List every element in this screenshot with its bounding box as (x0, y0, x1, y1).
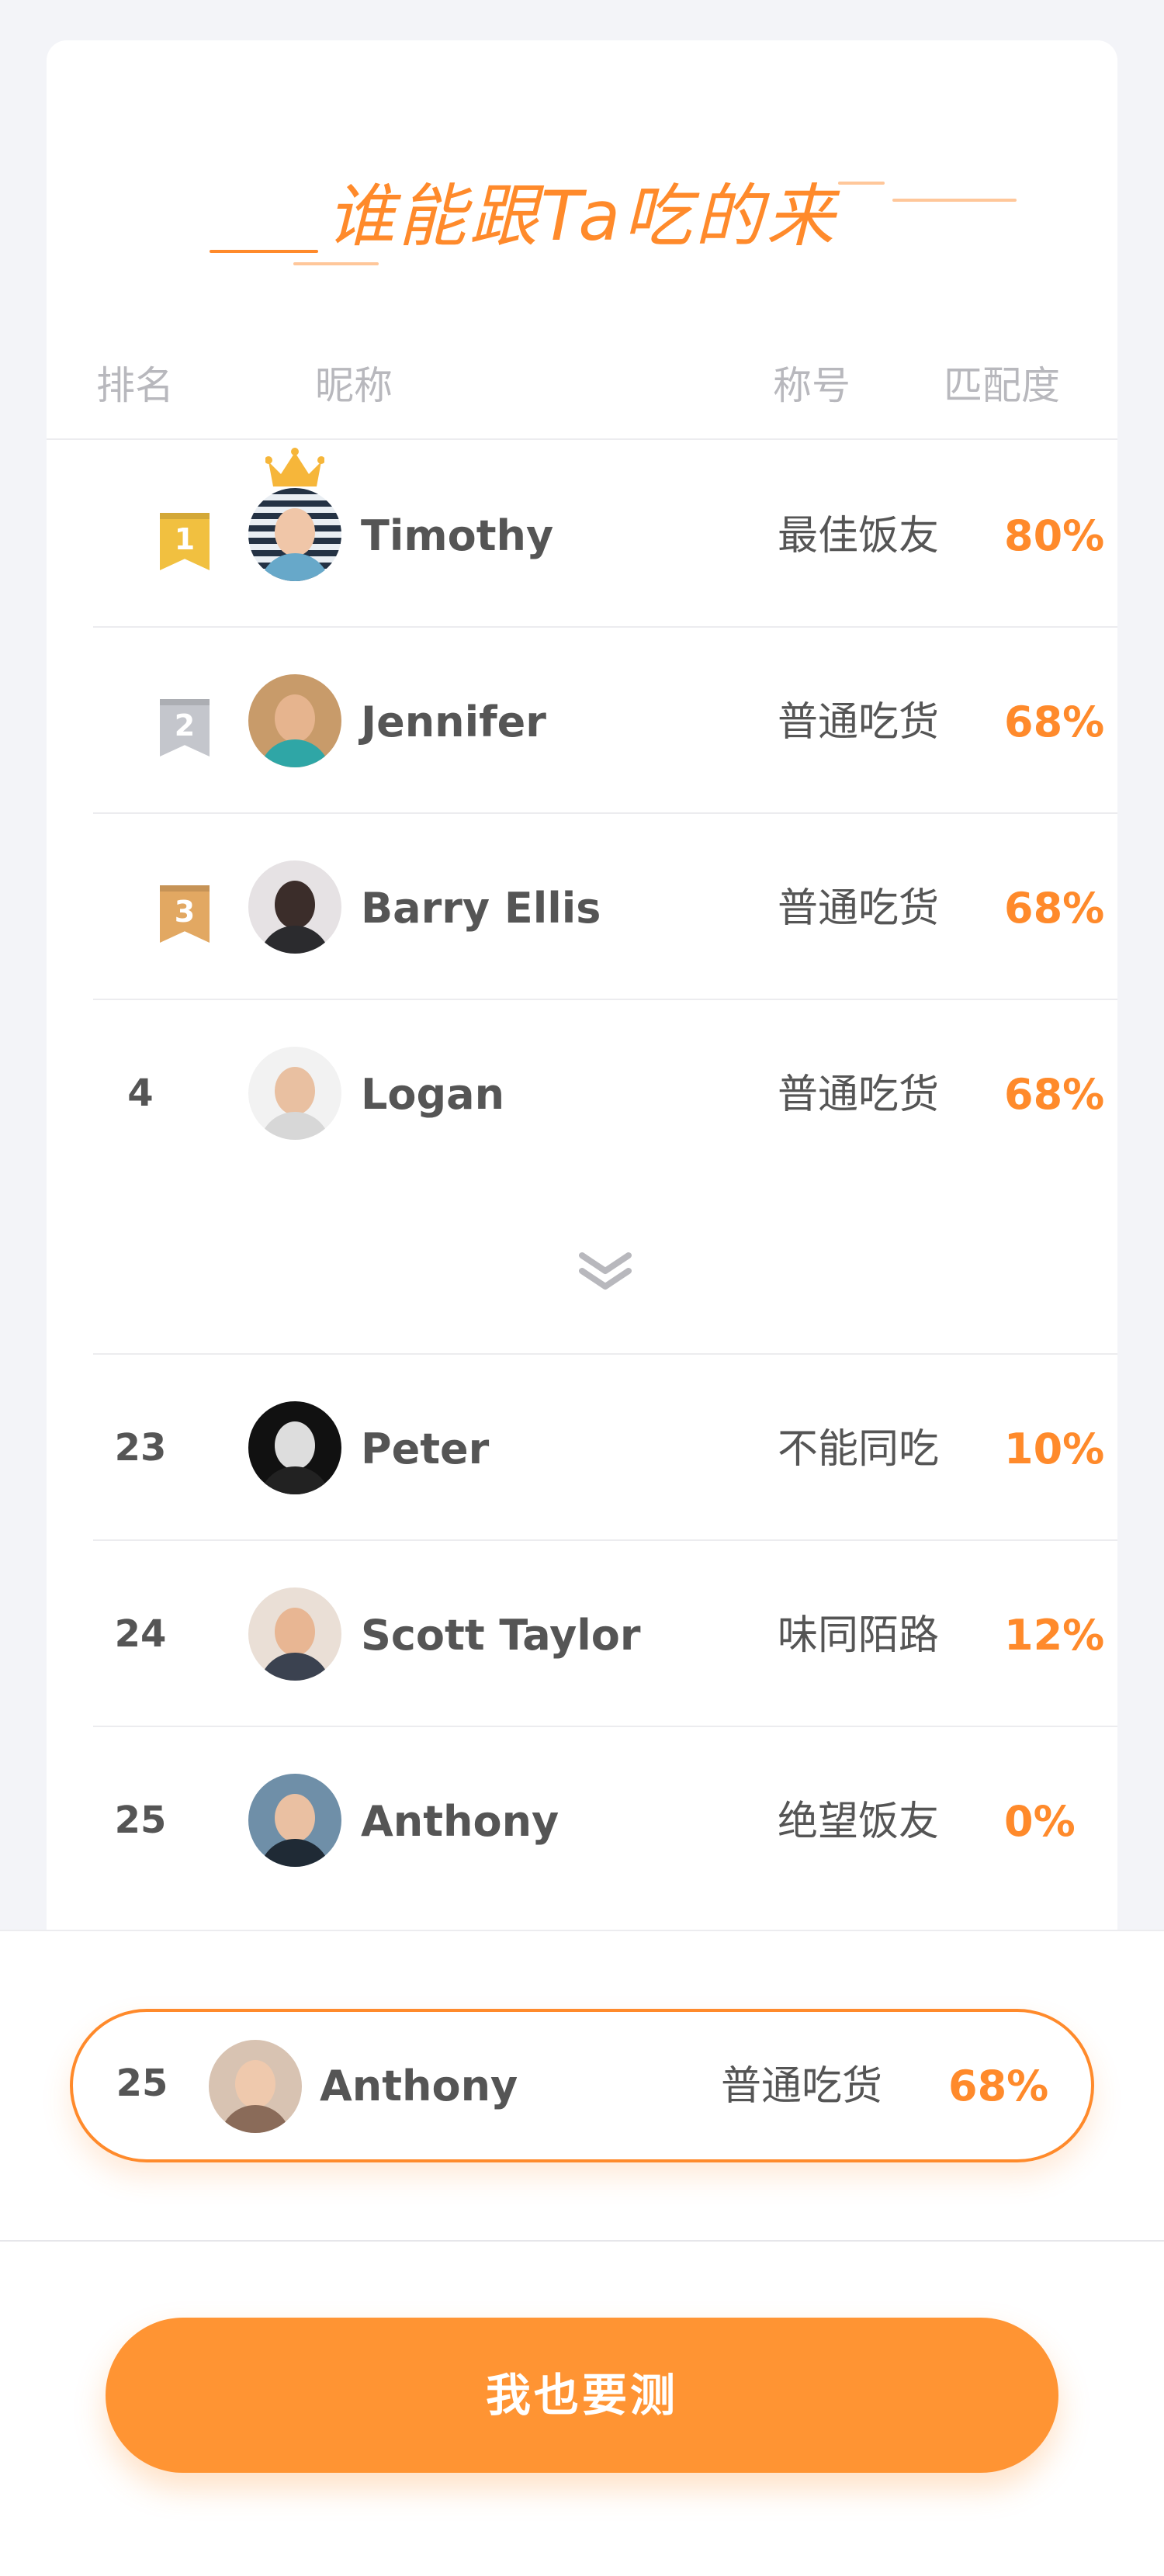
table-row[interactable]: 25 Anthony 绝望饭友 0% (93, 1727, 1117, 1913)
match-percent: 68% (1004, 884, 1105, 933)
match-percent: 12% (1004, 1611, 1105, 1660)
avatar (248, 674, 341, 767)
rank-number: 25 (114, 1799, 167, 1842)
nickname: Anthony (361, 1797, 559, 1846)
nickname: Logan (361, 1070, 505, 1119)
rank-number: 25 (116, 2062, 168, 2105)
match-percent: 68% (1004, 1070, 1105, 1119)
page-title: 谁能跟Ta吃的来 (326, 176, 838, 256)
avatar (248, 488, 341, 581)
nickname: Scott Taylor (361, 1611, 641, 1660)
table-row[interactable]: 2 Jennifer 普通吃货 68% (93, 628, 1117, 814)
crown-icon (265, 448, 324, 486)
test-too-button[interactable]: 我也要测 (106, 2318, 1058, 2473)
avatar (248, 860, 341, 954)
bronze-medal-icon: 3 (160, 885, 210, 943)
avatar (248, 1401, 341, 1494)
avatar (248, 1587, 341, 1681)
avatar (209, 2040, 302, 2133)
match-percent: 80% (1004, 511, 1105, 560)
table-row[interactable]: 3 Barry Ellis 普通吃货 68% (93, 814, 1117, 1000)
title-area: 谁能跟Ta吃的来 (47, 133, 1117, 289)
rank-title: 不能同吃 (778, 1426, 940, 1473)
rank-title: 味同陌路 (778, 1612, 940, 1659)
nickname: Barry Ellis (361, 884, 601, 933)
rank-title: 最佳饭友 (778, 513, 940, 559)
nickname: Timothy (361, 511, 554, 560)
ranking-page: 谁能跟Ta吃的来 排名 昵称 称号 匹配度 1 Timothy 最佳饭友 80% (0, 0, 1164, 2576)
rank-title: 普通吃货 (721, 2063, 883, 2110)
table-row[interactable]: 24 Scott Taylor 味同陌路 12% (93, 1541, 1117, 1727)
match-percent: 68% (948, 2062, 1049, 2110)
rank-title: 绝望饭友 (778, 1799, 940, 1845)
rank-title: 普通吃货 (778, 699, 940, 746)
table-row[interactable]: 1 Timothy 最佳饭友 80% (93, 441, 1117, 628)
nickname: Peter (361, 1425, 490, 1473)
rank-number: 24 (114, 1612, 167, 1656)
match-percent: 10% (1004, 1425, 1105, 1473)
rank-title: 普通吃货 (778, 885, 940, 932)
header-rank: 排名 (96, 363, 174, 408)
my-rank-card[interactable]: 25 Anthony 普通吃货 68% (70, 2009, 1094, 2162)
match-percent: 68% (1004, 698, 1105, 746)
match-percent: 0% (1004, 1797, 1076, 1846)
rank-number: 23 (114, 1426, 167, 1470)
table-row[interactable]: 4 Logan 普通吃货 68% (93, 1000, 1117, 1186)
title-decoration-line (293, 262, 379, 265)
table-header: 排名 昵称 称号 匹配度 (47, 339, 1117, 440)
chevron-double-down-icon[interactable] (574, 1248, 636, 1294)
silver-medal-icon: 2 (160, 699, 210, 757)
gold-medal-icon: 1 (160, 513, 210, 570)
table-row[interactable]: 23 Peter 不能同吃 10% (93, 1355, 1117, 1541)
bottom-bar: 我也要测 (0, 2240, 1164, 2576)
avatar (248, 1047, 341, 1140)
avatar (248, 1774, 341, 1867)
rank-title: 普通吃货 (778, 1072, 940, 1118)
header-title: 称号 (773, 363, 850, 408)
header-match: 匹配度 (944, 363, 1060, 408)
my-rank-section: 25 Anthony 普通吃货 68% (0, 1930, 1164, 2240)
header-nickname: 昵称 (315, 363, 393, 408)
nickname: Anthony (320, 2062, 518, 2110)
nickname: Jennifer (361, 698, 546, 746)
ranking-card: 谁能跟Ta吃的来 排名 昵称 称号 匹配度 1 Timothy 最佳饭友 80% (47, 40, 1117, 1930)
rank-number: 4 (127, 1072, 154, 1115)
